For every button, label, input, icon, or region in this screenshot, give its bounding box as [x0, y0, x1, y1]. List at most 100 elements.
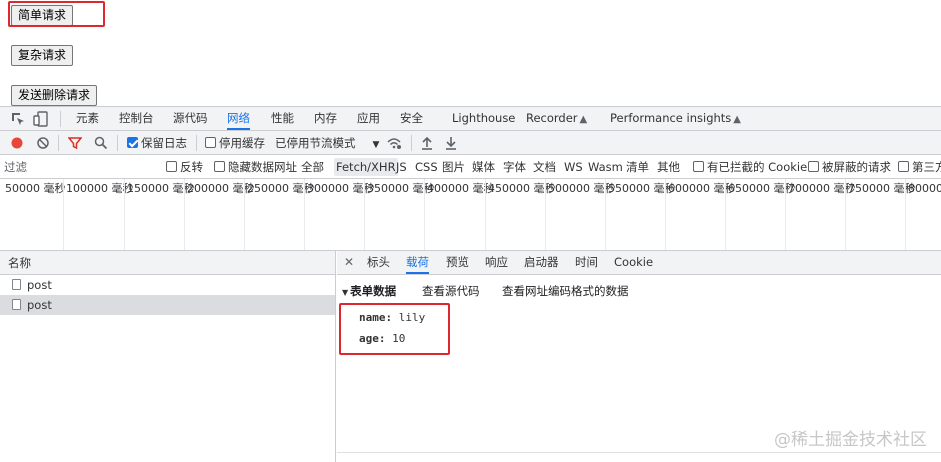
device-toolbar-icon[interactable]: [33, 111, 49, 127]
request-row[interactable]: post: [0, 275, 335, 295]
type-filter-all[interactable]: 全部: [299, 158, 326, 176]
toolbar-separator: [196, 135, 197, 151]
disable-cache-label: 停用缓存: [219, 136, 265, 150]
tab-recorder[interactable]: Recorder ▲: [526, 107, 587, 130]
type-filter-manifest[interactable]: 清单: [624, 158, 651, 176]
tab-security[interactable]: 安全: [400, 107, 423, 130]
blocked-requests-label: 被屏蔽的请求: [822, 160, 891, 174]
request-name: post: [27, 298, 52, 312]
preserve-log-checkbox[interactable]: 保留日志: [127, 131, 187, 155]
overview-tick: 400000 毫秒: [424, 179, 495, 250]
type-filter-other[interactable]: 其他: [655, 158, 682, 176]
request-row-selected[interactable]: post: [0, 295, 335, 315]
tab-cookies[interactable]: Cookie: [614, 251, 653, 274]
checkbox-icon: [808, 161, 819, 172]
form-data-section-header[interactable]: ▼ 表单数据 查看源代码 查看网址编码格式的数据: [342, 283, 629, 299]
close-icon[interactable]: ✕: [344, 251, 354, 274]
toolbar-separator: [58, 135, 59, 151]
third-party-checkbox[interactable]: 第三方: [898, 155, 941, 179]
section-divider: [337, 452, 941, 453]
tab-lighthouse[interactable]: Lighthouse: [452, 107, 515, 130]
flask-icon: ▲: [733, 114, 741, 125]
search-icon[interactable]: [94, 136, 108, 150]
simple-request-button[interactable]: 简单请求: [11, 5, 74, 26]
request-list-header[interactable]: 名称: [0, 251, 335, 275]
import-har-icon[interactable]: [421, 136, 433, 150]
toolbar-separator: [117, 135, 118, 151]
blocked-cookies-label: 有已拦截的 Cookie: [707, 160, 808, 174]
view-source-link[interactable]: 查看源代码: [422, 283, 480, 299]
type-filter-img[interactable]: 图片: [440, 158, 467, 176]
document-icon: [12, 279, 21, 290]
preserve-log-label: 保留日志: [141, 136, 187, 150]
chevron-down-icon: ▼: [372, 140, 380, 150]
tab-console[interactable]: 控制台: [119, 107, 154, 130]
request-list: 名称 post post: [0, 251, 336, 462]
form-field-value: 10: [392, 332, 406, 345]
tab-network[interactable]: 网络: [227, 107, 250, 130]
hide-data-urls-checkbox[interactable]: 隐藏数据网址: [214, 155, 297, 179]
tab-performance-insights[interactable]: Performance insights ▲: [610, 107, 741, 130]
tab-sources[interactable]: 源代码: [173, 107, 208, 130]
filter-input[interactable]: [4, 157, 154, 177]
clear-icon[interactable]: [37, 137, 49, 149]
blocked-cookies-checkbox[interactable]: 有已拦截的 Cookie: [693, 155, 807, 179]
tab-memory[interactable]: 内存: [314, 107, 337, 130]
network-toolbar: 保留日志 停用缓存 已停用节流模式 ▼: [0, 131, 941, 155]
disable-cache-checkbox[interactable]: 停用缓存: [205, 131, 265, 155]
form-data-title: 表单数据: [350, 284, 397, 298]
tab-separator: [60, 111, 61, 127]
type-filter-media[interactable]: 媒体: [470, 158, 497, 176]
type-filter-wasm[interactable]: Wasm: [586, 158, 625, 176]
export-har-icon[interactable]: [445, 136, 457, 150]
tab-recorder-label: Recorder: [526, 111, 578, 125]
network-overview-timeline[interactable]: 50000 毫秒 100000 毫秒 150000 毫秒 200000 毫秒 2…: [0, 179, 941, 251]
checkbox-icon: [693, 161, 704, 172]
type-filter-doc[interactable]: 文档: [531, 158, 558, 176]
overview-tick: 800000 毫秒: [905, 179, 941, 250]
inspect-element-icon[interactable]: [10, 111, 26, 127]
tab-headers[interactable]: 标头: [367, 251, 390, 274]
throttling-select[interactable]: 已停用节流模式 ▼: [275, 131, 379, 155]
toolbar-separator: [411, 135, 412, 151]
type-filter-css[interactable]: CSS: [413, 158, 440, 176]
triangle-down-icon: ▼: [342, 288, 349, 297]
network-conditions-icon[interactable]: [386, 136, 402, 150]
type-filter-js[interactable]: JS: [394, 158, 409, 176]
detail-tabs: ✕ 标头 载荷 预览 响应 启动器 时间 Cookie: [337, 251, 941, 275]
view-url-encoded-link[interactable]: 查看网址编码格式的数据: [502, 283, 629, 299]
tab-elements[interactable]: 元素: [76, 107, 99, 130]
checkbox-icon: [214, 161, 225, 172]
delete-request-button[interactable]: 发送删除请求: [11, 85, 98, 106]
hide-data-urls-label: 隐藏数据网址: [228, 160, 297, 174]
checkbox-icon: [166, 161, 177, 172]
watermark: @稀土掘金技术社区: [774, 430, 927, 450]
tab-payload[interactable]: 载荷: [406, 251, 429, 274]
tab-initiator[interactable]: 启动器: [524, 251, 559, 274]
tab-preview[interactable]: 预览: [446, 251, 469, 274]
overview-tick: 50000 毫秒: [5, 182, 66, 195]
checkbox-icon: [898, 161, 909, 172]
tab-performance[interactable]: 性能: [271, 107, 294, 130]
filter-bar: 反转 隐藏数据网址 全部 Fetch/XHR JS CSS 图片 媒体 字体 文…: [0, 155, 941, 179]
type-filter-fetch-xhr[interactable]: Fetch/XHR: [334, 158, 398, 176]
checkbox-icon: [205, 137, 216, 148]
throttling-label: 已停用节流模式: [275, 136, 356, 150]
complex-request-button[interactable]: 复杂请求: [11, 45, 74, 66]
request-name: post: [27, 278, 52, 292]
record-icon[interactable]: [11, 137, 23, 149]
filter-funnel-icon[interactable]: [68, 136, 82, 150]
third-party-label: 第三方: [912, 160, 941, 174]
form-field-key: name:: [359, 311, 393, 324]
type-filter-font[interactable]: 字体: [501, 158, 528, 176]
type-filter-ws[interactable]: WS: [562, 158, 585, 176]
form-field-key: age:: [359, 332, 386, 345]
invert-checkbox[interactable]: 反转: [166, 155, 203, 179]
blocked-requests-checkbox[interactable]: 被屏蔽的请求: [808, 155, 891, 179]
tab-response[interactable]: 响应: [485, 251, 508, 274]
tab-timing[interactable]: 时间: [575, 251, 598, 274]
checkbox-checked-icon: [127, 137, 138, 148]
form-field: age: 10: [359, 332, 405, 345]
tab-application[interactable]: 应用: [357, 107, 380, 130]
invert-label: 反转: [180, 160, 203, 174]
